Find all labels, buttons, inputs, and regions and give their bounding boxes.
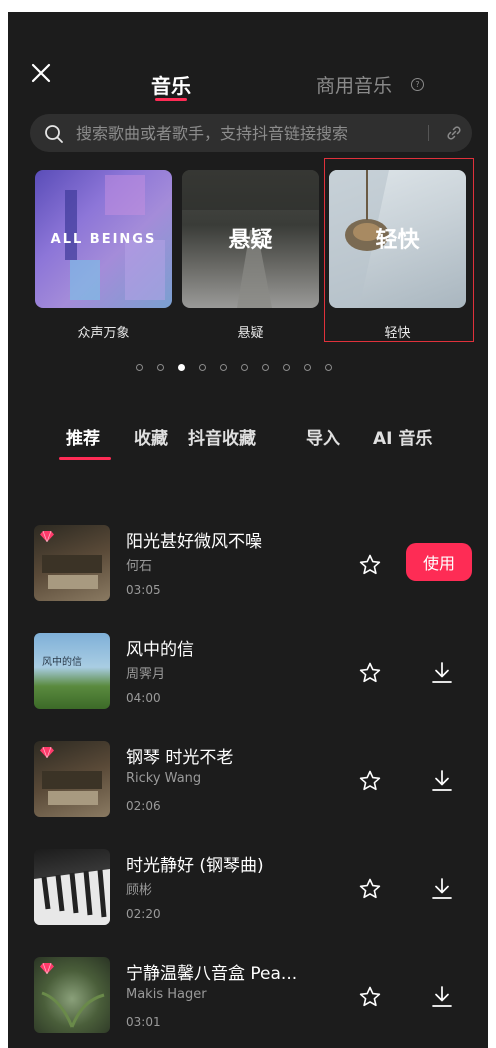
card-2-caption: 悬疑 [237, 326, 264, 341]
song-row[interactable]: 阳光甚好微风不噪 何石 03:05 使用 [8, 525, 488, 613]
song-row[interactable]: 宁静温馨八音盒 Pea... Makis Hager 03:01 [8, 957, 488, 1045]
pager-dot[interactable] [283, 364, 290, 371]
song-title: 风中的信 [126, 640, 194, 660]
card-2-title: 悬疑 [228, 228, 273, 253]
help-icon[interactable]: ? [411, 78, 424, 91]
vip-gem-icon [40, 531, 54, 542]
selected-card-highlight [324, 158, 474, 342]
song-cover-text: 风中的信 [42, 655, 82, 668]
search-bar[interactable] [30, 114, 472, 152]
vip-gem-icon [40, 747, 54, 758]
playlist-card-1[interactable]: ALL BEINGS [35, 170, 172, 308]
pager-dot[interactable] [220, 364, 227, 371]
song-duration: 03:01 [126, 1015, 161, 1029]
song-cover-art: 风中的信 [42, 655, 82, 668]
search-divider [428, 125, 429, 141]
pager-dot[interactable] [157, 364, 164, 371]
song-title: 宁静温馨八音盒 Pea... [126, 964, 298, 984]
category-tab-indicator [59, 457, 111, 460]
song-artist: Ricky Wang [126, 771, 202, 786]
song-title: 时光静好 (钢琴曲) [126, 856, 264, 876]
song-cover [34, 849, 110, 925]
pager-dot[interactable] [178, 364, 185, 371]
use-button[interactable]: 使用 [406, 543, 472, 581]
download-icon[interactable] [431, 985, 453, 1009]
song-row[interactable]: 风中的信 风中的信 周霁月 04:00 [8, 633, 488, 721]
song-title: 阳光甚好微风不噪 [126, 532, 262, 552]
song-cover: 风中的信 [34, 633, 110, 709]
song-row[interactable]: 时光静好 (钢琴曲) 顾彬 02:20 [8, 849, 488, 937]
download-icon[interactable] [431, 877, 453, 901]
close-icon[interactable] [30, 62, 52, 84]
pager-dot[interactable] [262, 364, 269, 371]
song-title: 钢琴 时光不老 [126, 748, 234, 768]
tab-music[interactable]: 音乐 [151, 70, 191, 99]
pager-dot[interactable] [199, 364, 206, 371]
song-duration: 02:20 [126, 907, 161, 921]
card-1-title: ALL BEINGS [50, 232, 157, 247]
pager-dot[interactable] [136, 364, 143, 371]
song-duration: 04:00 [126, 691, 161, 705]
tab-commercial-music[interactable]: 商用音乐 [316, 71, 392, 98]
music-panel: 音乐 商用音乐 ? ALL BEINGS 悬疑 [8, 12, 488, 1048]
tab-music-indicator [155, 98, 187, 101]
category-tab-douyin-favorites[interactable]: 抖音收藏 [188, 424, 256, 449]
song-artist: 何石 [126, 559, 153, 574]
link-icon[interactable] [446, 125, 462, 141]
download-icon[interactable] [431, 661, 453, 685]
song-duration: 02:06 [126, 799, 161, 813]
song-artist: 周霁月 [126, 667, 166, 682]
star-icon[interactable] [358, 661, 382, 685]
song-duration: 03:05 [126, 583, 161, 597]
playlist-card-2[interactable]: 悬疑 [182, 170, 319, 308]
song-cover-art [34, 869, 110, 925]
category-tab-favorites[interactable]: 收藏 [134, 424, 168, 449]
carousel-pager [136, 364, 332, 374]
category-tab-ai-music[interactable]: AI 音乐 [373, 424, 432, 449]
card-1-caption: 众声万象 [77, 326, 130, 341]
pager-dot[interactable] [241, 364, 248, 371]
star-icon[interactable] [358, 769, 382, 793]
search-input[interactable] [76, 114, 416, 152]
star-icon[interactable] [358, 985, 382, 1009]
song-artist: 顾彬 [126, 883, 153, 898]
pager-dot[interactable] [325, 364, 332, 371]
pager-dot[interactable] [304, 364, 311, 371]
song-artist: Makis Hager [126, 987, 207, 1002]
vip-gem-icon [40, 963, 54, 974]
category-tab-import[interactable]: 导入 [306, 424, 340, 449]
category-tab-recommend[interactable]: 推荐 [66, 424, 100, 449]
download-icon[interactable] [431, 769, 453, 793]
search-icon [45, 125, 63, 143]
star-icon[interactable] [358, 553, 382, 577]
star-icon[interactable] [358, 877, 382, 901]
song-row[interactable]: 钢琴 时光不老 Ricky Wang 02:06 [8, 741, 488, 829]
